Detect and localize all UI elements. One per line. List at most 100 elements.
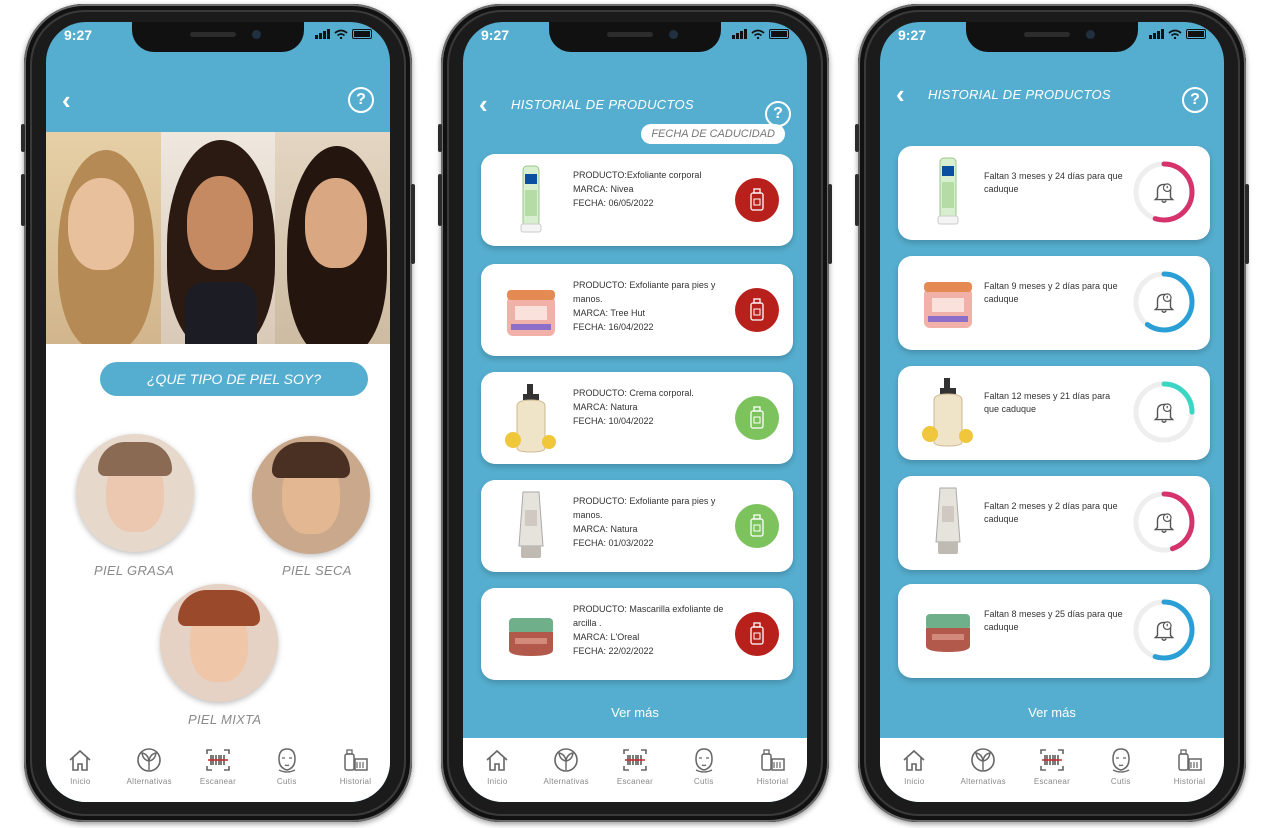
- products-history-icon: [760, 749, 785, 771]
- signal-icon: [1149, 29, 1164, 39]
- nav-alternativas[interactable]: Alternativas: [953, 746, 1013, 786]
- nav-label: Alternativas: [960, 777, 1006, 786]
- see-more-link[interactable]: Ver más: [463, 705, 807, 720]
- expiry-progress-ring[interactable]: [1130, 596, 1198, 664]
- nav-inicio[interactable]: Inicio: [467, 746, 527, 786]
- status-time: 9:27: [898, 27, 927, 43]
- see-more-link[interactable]: Ver más: [880, 705, 1224, 720]
- nav-escanear[interactable]: Escanear: [605, 746, 665, 786]
- status-icons: [1149, 29, 1206, 39]
- mockup-stage: 9:27 ‹ ? ¿QUE TIPO DE PIEL SOY? PIEL GRA…: [0, 0, 1269, 828]
- home-icon: [69, 749, 91, 771]
- expiry-card[interactable]: Faltan 9 meses y 2 días para que caduque: [898, 256, 1210, 350]
- product-date: FECHA: 22/02/2022: [573, 646, 654, 656]
- remaining-time-text: Faltan 12 meses y 21 días para que caduq…: [984, 391, 1111, 414]
- sort-filter-chip[interactable]: FECHA DE CADUCIDAD: [641, 124, 785, 144]
- product-date: FECHA: 06/05/2022: [573, 198, 654, 208]
- expiry-progress-ring[interactable]: [1130, 268, 1198, 336]
- screen-product-history: 9:27 ‹ HISTORIAL DE PRODUCTOS ? FECHA DE…: [463, 22, 807, 802]
- expiry-card[interactable]: Faltan 3 meses y 24 días para que caduqu…: [898, 146, 1210, 240]
- expiry-status-icon[interactable]: [735, 396, 779, 440]
- nav-inicio[interactable]: Inicio: [50, 746, 110, 786]
- skin-type-question-button[interactable]: ¿QUE TIPO DE PIEL SOY?: [100, 362, 368, 396]
- signal-icon: [732, 29, 747, 39]
- page-title: HISTORIAL DE PRODUCTOS: [511, 96, 694, 112]
- back-button[interactable]: ‹: [479, 89, 505, 120]
- remaining-time-text: Faltan 8 meses y 25 días para que caduqu…: [984, 609, 1123, 632]
- nav-alternativas[interactable]: Alternativas: [119, 746, 179, 786]
- battery-icon: [352, 29, 372, 39]
- product-name: PRODUCTO: Exfoliante para pies y manos.: [573, 496, 716, 520]
- products-history-icon: [343, 749, 368, 771]
- back-button[interactable]: ‹: [896, 79, 922, 110]
- nav-historial[interactable]: Historial: [1160, 746, 1220, 786]
- expiry-card[interactable]: Faltan 2 meses y 2 días para que caduque: [898, 476, 1210, 570]
- product-card[interactable]: PRODUCTO: Mascarilla exfoliante de arcil…: [481, 588, 793, 680]
- nav-cutis[interactable]: Cutis: [1091, 746, 1151, 786]
- help-button[interactable]: ?: [1182, 87, 1208, 113]
- leaf-circle-icon: [971, 748, 995, 772]
- expiry-progress-ring[interactable]: [1130, 378, 1198, 446]
- product-image: [920, 376, 976, 448]
- expiry-status-icon[interactable]: [735, 178, 779, 222]
- battery-icon: [1186, 29, 1206, 39]
- face-icon: [695, 748, 713, 773]
- product-image: [920, 266, 976, 338]
- header: ‹ HISTORIAL DE PRODUCTOS ?: [463, 82, 807, 127]
- product-name: PRODUCTO: Crema corporal.: [573, 388, 694, 398]
- expiry-status-icon[interactable]: [735, 504, 779, 548]
- product-info: PRODUCTO: Mascarilla exfoliante de arcil…: [573, 602, 733, 658]
- product-card[interactable]: PRODUCTO: Crema corporal. MARCA: Natura FE…: [481, 372, 793, 464]
- nav-inicio[interactable]: Inicio: [884, 746, 944, 786]
- nav-historial[interactable]: Historial: [743, 746, 803, 786]
- expiry-progress-ring[interactable]: [1130, 488, 1198, 556]
- product-brand: MARCA: L'Oreal: [573, 632, 640, 642]
- expiry-card[interactable]: Faltan 12 meses y 21 días para que caduq…: [898, 366, 1210, 460]
- product-brand: MARCA: Natura: [573, 524, 638, 534]
- product-image: [503, 382, 559, 454]
- product-name: PRODUCTO:Exfoliante corporal: [573, 170, 702, 180]
- skin-type-oily[interactable]: [76, 434, 194, 552]
- bottom-nav: Inicio Alternativas Escanear Cutis Histo…: [463, 738, 807, 802]
- product-card[interactable]: PRODUCTO:Exfoliante corporal MARCA: Nivea…: [481, 154, 793, 246]
- skin-type-mixed[interactable]: [160, 584, 278, 702]
- skin-type-oily-label: PIEL GRASA: [94, 563, 175, 578]
- help-button[interactable]: ?: [348, 87, 374, 113]
- expiry-card[interactable]: Faltan 8 meses y 25 días para que caduqu…: [898, 584, 1210, 678]
- nav-label: Historial: [756, 777, 789, 786]
- product-brand: MARCA: Tree Hut: [573, 308, 646, 318]
- product-card[interactable]: PRODUCTO: Exfoliante para pies y manos. M…: [481, 264, 793, 356]
- face-icon: [1112, 748, 1130, 773]
- nav-label: Historial: [1173, 777, 1206, 786]
- home-icon: [486, 749, 508, 771]
- screen-expiry-countdown: 9:27 ‹ HISTORIAL DE PRODUCTOS ? Faltan 3…: [880, 22, 1224, 802]
- remaining-time-text: Faltan 9 meses y 2 días para que caduque: [984, 281, 1118, 304]
- phone-frame-1: 9:27 ‹ ? ¿QUE TIPO DE PIEL SOY? PIEL GRA…: [21, 4, 415, 822]
- product-card[interactable]: PRODUCTO: Exfoliante para pies y manos. M…: [481, 480, 793, 572]
- wifi-icon: [751, 29, 765, 39]
- nav-label: Alternativas: [126, 777, 172, 786]
- product-info: PRODUCTO: Crema corporal. MARCA: Natura FE…: [573, 386, 733, 428]
- nav-historial[interactable]: Historial: [326, 746, 386, 786]
- nav-label: Cutis: [1110, 777, 1131, 786]
- barcode-scan-icon: [1040, 749, 1064, 771]
- signal-icon: [315, 29, 330, 39]
- nav-escanear[interactable]: Escanear: [188, 746, 248, 786]
- product-image: [920, 156, 976, 228]
- expiry-status-icon[interactable]: [735, 612, 779, 656]
- expiry-progress-ring[interactable]: [1130, 158, 1198, 226]
- product-name: PRODUCTO: Exfoliante para pies y manos.: [573, 280, 716, 304]
- nav-cutis[interactable]: Cutis: [674, 746, 734, 786]
- expiry-status-icon[interactable]: [735, 288, 779, 332]
- nav-label: Escanear: [1033, 777, 1071, 786]
- nav-escanear[interactable]: Escanear: [1022, 746, 1082, 786]
- nav-alternativas[interactable]: Alternativas: [536, 746, 596, 786]
- nav-cutis[interactable]: Cutis: [257, 746, 317, 786]
- back-button[interactable]: ‹: [62, 85, 88, 116]
- bottom-nav: Inicio Alternativas Escanear Cutis Histo…: [46, 738, 390, 802]
- products-history-icon: [1177, 749, 1202, 771]
- skin-type-dry[interactable]: [252, 436, 370, 554]
- nav-label: Cutis: [276, 777, 297, 786]
- leaf-circle-icon: [137, 748, 161, 772]
- skin-type-mixed-label: PIEL MIXTA: [188, 712, 262, 727]
